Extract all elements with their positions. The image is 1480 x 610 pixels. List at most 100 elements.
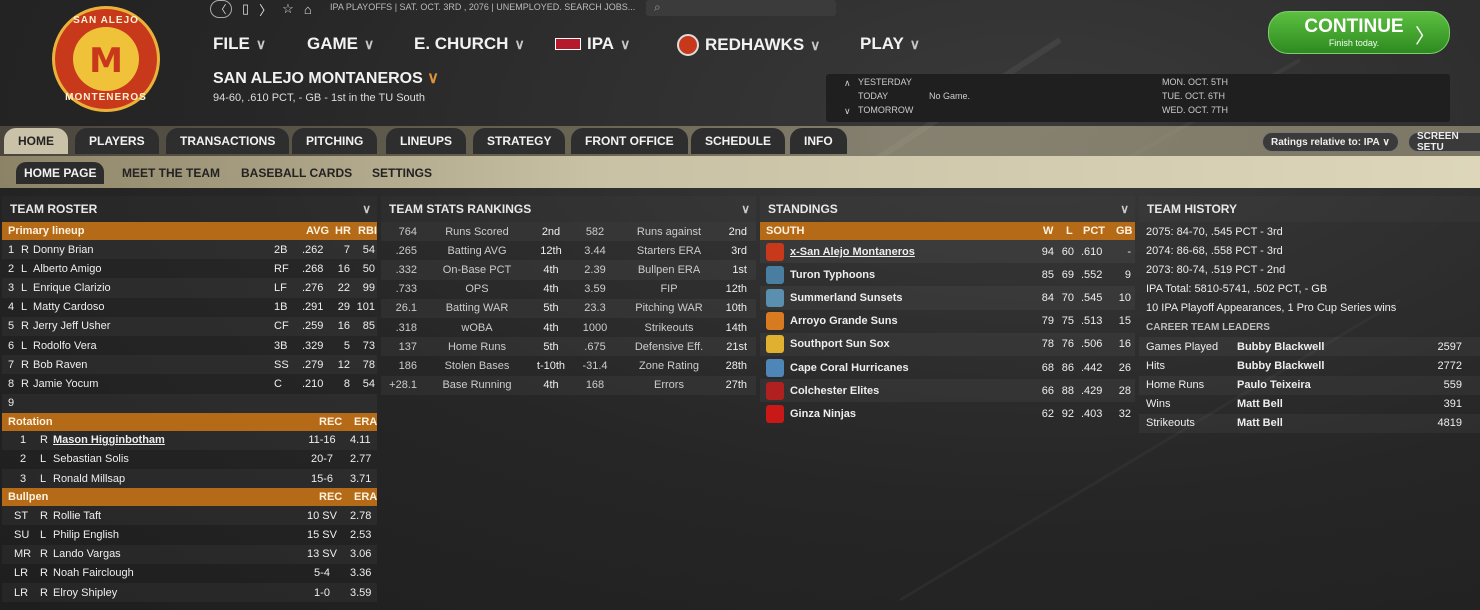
rotation-row[interactable]: 2 L Sebastian Solis 20-7 2.77: [2, 450, 377, 469]
menu-game[interactable]: GAME ∨: [307, 34, 374, 54]
career-leaders-list: Games Played Bubby Blackwell 2597 Hits Bubby…: [1139, 337, 1480, 434]
stat-value: 168: [585, 379, 605, 392]
lineup-row[interactable]: 4 L Matty Cardoso 1B .291 29 101: [2, 298, 377, 317]
leader-row[interactable]: Wins Matt Bell 391: [1139, 395, 1480, 414]
stat-label: wOBA: [461, 321, 493, 334]
bullpen-row[interactable]: SU L Philip English 15 SV 2.53: [2, 525, 377, 544]
subtab-baseball-cards[interactable]: BASEBALL CARDS: [233, 162, 360, 184]
subtab-settings[interactable]: SETTINGS: [364, 162, 440, 184]
wins: 68: [1041, 361, 1054, 374]
leader-row[interactable]: Strikeouts Matt Bell 4819: [1139, 413, 1480, 434]
menu-ipa[interactable]: IPA ∨: [555, 34, 630, 54]
history-text: 2074: 86-68, .558 PCT - 3rd: [1146, 244, 1283, 257]
batting-avg: .259: [302, 320, 324, 333]
tab-schedule[interactable]: SCHEDULE: [691, 128, 786, 154]
screen-setup-button[interactable]: SCREEN SETU: [1408, 131, 1480, 153]
lineup-row[interactable]: 8 R Jamie Yocum C .210 8 54: [2, 374, 377, 393]
pct: .610: [1081, 245, 1103, 258]
standings-row[interactable]: Southport Sun Sox 78 76 .506 16: [760, 332, 1135, 356]
bullpen-row[interactable]: ST R Rollie Taft 10 SV 2.78: [2, 506, 377, 526]
lineup-row[interactable]: 9: [2, 393, 377, 413]
search-input[interactable]: ⌕: [646, 0, 836, 16]
standings-row[interactable]: Turon Typhoons 85 69 .552 9: [760, 263, 1135, 286]
leader-row[interactable]: Games Played Bubby Blackwell 2597: [1139, 337, 1480, 357]
leader-row[interactable]: Home Runs Paulo Teixeira 559: [1139, 375, 1480, 395]
throws-hand: L: [40, 472, 47, 485]
subtab-meet-the-team[interactable]: MEET THE TEAM: [114, 162, 228, 184]
stat-value: .675: [584, 340, 606, 353]
losses: 88: [1061, 384, 1074, 397]
chevron-down-icon[interactable]: ∨: [362, 202, 371, 216]
lineup-row[interactable]: 2 L Alberto Amigo RF .268 16 50: [2, 259, 377, 278]
wins: 94: [1041, 245, 1054, 258]
menu-league[interactable]: E. CHURCH ∨: [414, 34, 525, 54]
team-logo[interactable]: SAN ALEJO M MONTENEROS: [52, 6, 160, 112]
team-history-panel: TEAM HISTORY 2075: 84-70, .545 PCT - 3rd…: [1139, 196, 1480, 434]
standings-row[interactable]: Ginza Ninjas 62 92 .403 32: [760, 402, 1135, 425]
rotation-row[interactable]: 3 L Ronald Millsap 15-6 3.71: [2, 469, 377, 489]
standings-row[interactable]: Arroyo Grande Suns 79 75 .513 15: [760, 310, 1135, 333]
breadcrumb[interactable]: IPA PLAYOFFS | SAT. OCT. 3RD , 2076 | UN…: [330, 2, 635, 12]
menu-redhawks[interactable]: REDHAWKS ∨: [677, 34, 820, 56]
lineup-row[interactable]: 3 L Enrique Clarizio LF .276 22 99: [2, 278, 377, 298]
team-name[interactable]: SAN ALEJO MONTANEROS ∨: [213, 68, 439, 88]
ratings-relative-dropdown[interactable]: Ratings relative to: IPA ∨: [1262, 132, 1399, 152]
standings-row[interactable]: x-San Alejo Montaneros 94 60 .610 -: [760, 240, 1135, 264]
team-logo-icon: [766, 358, 784, 377]
standings-row[interactable]: Colchester Elites 66 88 .429 28: [760, 379, 1135, 403]
pct: .429: [1081, 384, 1103, 397]
leader-row[interactable]: Hits Bubby Blackwell 2772: [1139, 356, 1480, 375]
bullpen-row[interactable]: LR R Elroy Shipley 1-0 3.59: [2, 583, 377, 603]
window-icon[interactable]: ▯: [242, 1, 249, 17]
tab-front-office[interactable]: FRONT OFFICE: [571, 128, 688, 154]
team-logo-icon: [766, 288, 784, 307]
team-logo-icon: [766, 242, 784, 261]
menu-play[interactable]: PLAY ∨: [860, 34, 920, 54]
continue-button[interactable]: CONTINUE Finish today. 〉: [1268, 11, 1450, 54]
throws-hand: R: [40, 548, 48, 561]
lineup-row[interactable]: 7 R Bob Raven SS .279 12 78: [2, 355, 377, 375]
history-text: 2075: 84-70, .545 PCT - 3rd: [1146, 225, 1283, 238]
standings-row[interactable]: Cape Coral Hurricanes 68 86 .442 26: [760, 356, 1135, 379]
subtab-home-page[interactable]: HOME PAGE: [16, 162, 105, 184]
player-name: Ronald Millsap: [53, 472, 126, 485]
chevron-down-icon[interactable]: ∨: [741, 202, 750, 216]
leader-value: 559: [1443, 379, 1462, 392]
stat-rank: 4th: [543, 379, 559, 392]
team-name: Southport Sun Sox: [790, 338, 890, 351]
tab-strategy[interactable]: STRATEGY: [473, 128, 566, 154]
tab-pitching[interactable]: PITCHING: [292, 128, 378, 154]
lineup-row[interactable]: 1 R Donny Brian 2B .262 7 54: [2, 240, 377, 260]
rotation-row[interactable]: 1 R Mason Higginbotham 11-16 4.11: [2, 430, 377, 450]
rbi: 78: [362, 358, 375, 371]
tab-lineups[interactable]: LINEUPS: [386, 128, 467, 154]
history-text: 2073: 80-74, .519 PCT - 2nd: [1146, 263, 1286, 276]
chevron-down-icon[interactable]: ∨: [1120, 202, 1129, 216]
standings-row[interactable]: Summerland Sunsets 84 70 .545 10: [760, 286, 1135, 310]
team-logo-icon: [766, 335, 784, 354]
tab-info[interactable]: INFO: [790, 128, 847, 154]
menu-file[interactable]: FILE ∨: [213, 34, 266, 54]
star-icon[interactable]: ☆: [282, 1, 294, 17]
tab-players[interactable]: PLAYERS: [75, 128, 159, 154]
today-value: No Game.: [929, 91, 971, 101]
forward-icon[interactable]: 〉: [259, 0, 272, 19]
team-logo-icon: [766, 312, 784, 331]
chevron-down-icon: ∨: [427, 70, 439, 87]
up-arrow-icon[interactable]: ∧: [844, 78, 851, 89]
col-w: W: [1043, 225, 1054, 237]
bullpen-row[interactable]: LR R Noah Fairclough 5-4 3.36: [2, 564, 377, 583]
tab-home[interactable]: HOME: [4, 128, 68, 154]
bullpen-row[interactable]: MR R Lando Vargas 13 SV 3.06: [2, 544, 377, 564]
home-icon[interactable]: ⌂: [304, 2, 312, 17]
tab-transactions[interactable]: TRANSACTIONS: [166, 128, 290, 154]
down-arrow-icon[interactable]: ∨: [844, 106, 851, 117]
batting-avg: .210: [302, 377, 324, 390]
lineup-row[interactable]: 5 R Jerry Jeff Usher CF .259 16 85: [2, 316, 377, 336]
lineup-row[interactable]: 6 L Rodolfo Vera 3B .329 5 73: [2, 336, 377, 355]
back-icon[interactable]: 〈: [210, 0, 232, 18]
stat-value: 3.44: [584, 244, 606, 257]
batting-avg: .276: [302, 281, 324, 294]
bats-hand: R: [21, 358, 29, 371]
position: SS: [274, 358, 289, 371]
